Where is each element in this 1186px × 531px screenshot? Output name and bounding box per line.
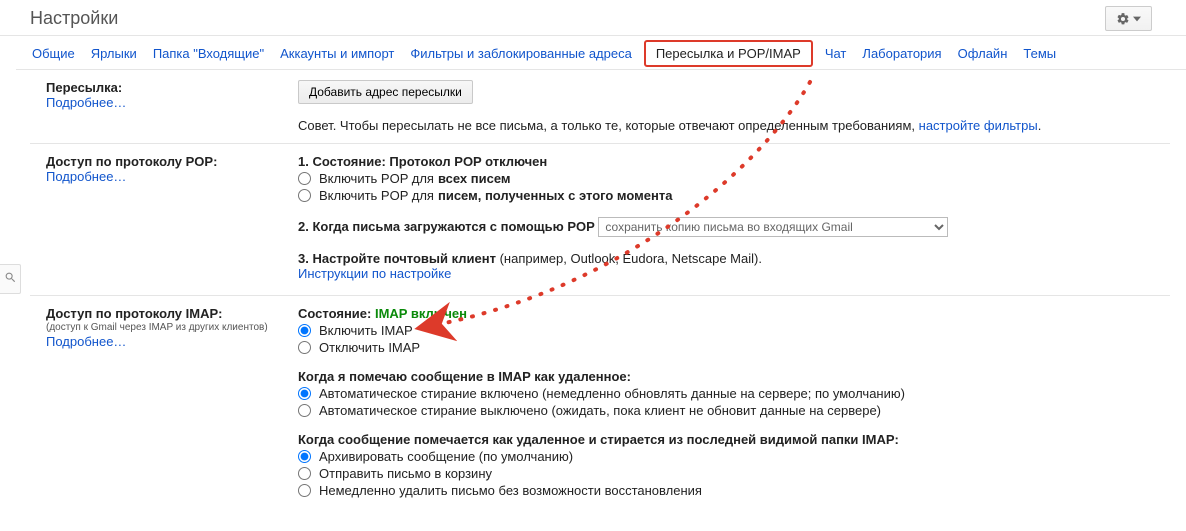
imap-autoexpunge-on-option[interactable]: Автоматическое стирание включено (немедл…	[298, 386, 1164, 401]
imap-enable-radio[interactable]	[298, 324, 311, 337]
gear-icon	[1116, 12, 1130, 26]
pop-status-number: 1. Состояние:	[298, 154, 389, 169]
imap-expunge-trash-radio[interactable]	[298, 467, 311, 480]
pop-download-action-select[interactable]: сохранить копию письма во входящих Gmail	[598, 217, 948, 237]
tab-3[interactable]: Аккаунты и импорт	[280, 46, 394, 61]
pop-step2-label: 2. Когда письма загружаются с помощью PO…	[298, 219, 595, 234]
pop-enable-all-option[interactable]: Включить POP для всех писем	[298, 171, 1164, 186]
imap-expunge-archive-option[interactable]: Архивировать сообщение (по умолчанию)	[298, 449, 1164, 464]
tab-6[interactable]: Чат	[825, 46, 847, 61]
tab-4[interactable]: Фильтры и заблокированные адреса	[410, 46, 631, 61]
tab-8[interactable]: Офлайн	[958, 46, 1008, 61]
imap-expunge-delete-radio[interactable]	[298, 484, 311, 497]
tab-5[interactable]: Пересылка и POP/IMAP	[644, 40, 813, 67]
pop-instructions-link[interactable]: Инструкции по настройке	[298, 266, 451, 281]
imap-label: Доступ по протоколу IMAP:	[46, 306, 276, 321]
search-icon	[4, 271, 17, 287]
pop-enable-all-radio[interactable]	[298, 172, 311, 185]
page-title: Настройки	[30, 8, 118, 29]
tab-7[interactable]: Лаборатория	[862, 46, 941, 61]
imap-autoexpunge-off-option[interactable]: Автоматическое стирание выключено (ожида…	[298, 403, 1164, 418]
pop-step3-bold: 3. Настройте почтовый клиент	[298, 251, 496, 266]
imap-learn-more-link[interactable]: Подробнее…	[46, 334, 276, 349]
settings-tabs: Общие Ярлыки Папка "Входящие" Аккаунты и им…	[16, 36, 1186, 70]
imap-expunge-delete-option[interactable]: Немедленно удалить письмо без возможност…	[298, 483, 1164, 498]
collapsed-search-panel[interactable]	[0, 264, 21, 294]
forwarding-learn-more-link[interactable]: Подробнее…	[46, 95, 276, 110]
forwarding-label: Пересылка:	[46, 80, 276, 95]
pop-enable-now-radio[interactable]	[298, 189, 311, 202]
configure-filters-link[interactable]: настройте фильтры	[919, 118, 1038, 133]
imap-expunge-trash-option[interactable]: Отправить письмо в корзину	[298, 466, 1164, 481]
imap-expunge-heading: Когда сообщение помечается как удаленное…	[298, 432, 1164, 447]
pop-label: Доступ по протоколу POP:	[46, 154, 276, 169]
imap-disable-radio[interactable]	[298, 341, 311, 354]
tab-9[interactable]: Темы	[1023, 46, 1056, 61]
imap-autoexpunge-on-radio[interactable]	[298, 387, 311, 400]
pop-step3-rest: (например, Outlook, Eudora, Netscape Mai…	[496, 251, 762, 266]
tab-2[interactable]: Папка "Входящие"	[153, 46, 264, 61]
pop-enable-now-option[interactable]: Включить POP для писем, полученных с это…	[298, 188, 1164, 203]
add-forwarding-address-button[interactable]: Добавить адрес пересылки	[298, 80, 473, 104]
tab-1[interactable]: Ярлыки	[91, 46, 137, 61]
tab-0[interactable]: Общие	[32, 46, 75, 61]
pop-learn-more-link[interactable]: Подробнее…	[46, 169, 276, 184]
imap-disable-option[interactable]: Отключить IMAP	[298, 340, 1164, 355]
forwarding-tip-text: Совет. Чтобы пересылать не все письма, а…	[298, 118, 919, 133]
imap-sublabel: (доступ к Gmail через IMAP из других кли…	[46, 321, 276, 334]
imap-expunge-archive-radio[interactable]	[298, 450, 311, 463]
imap-delete-heading: Когда я помечаю сообщение в IMAP как уда…	[298, 369, 1164, 384]
imap-enable-option[interactable]: Включить IMAP	[298, 323, 1164, 338]
imap-autoexpunge-off-radio[interactable]	[298, 404, 311, 417]
chevron-down-icon	[1133, 15, 1141, 23]
settings-gear-button[interactable]	[1105, 6, 1152, 31]
pop-status-text: Протокол POP отключен	[389, 154, 547, 169]
imap-status-value: IMAP включен	[375, 306, 467, 321]
imap-status-label: Состояние:	[298, 306, 375, 321]
